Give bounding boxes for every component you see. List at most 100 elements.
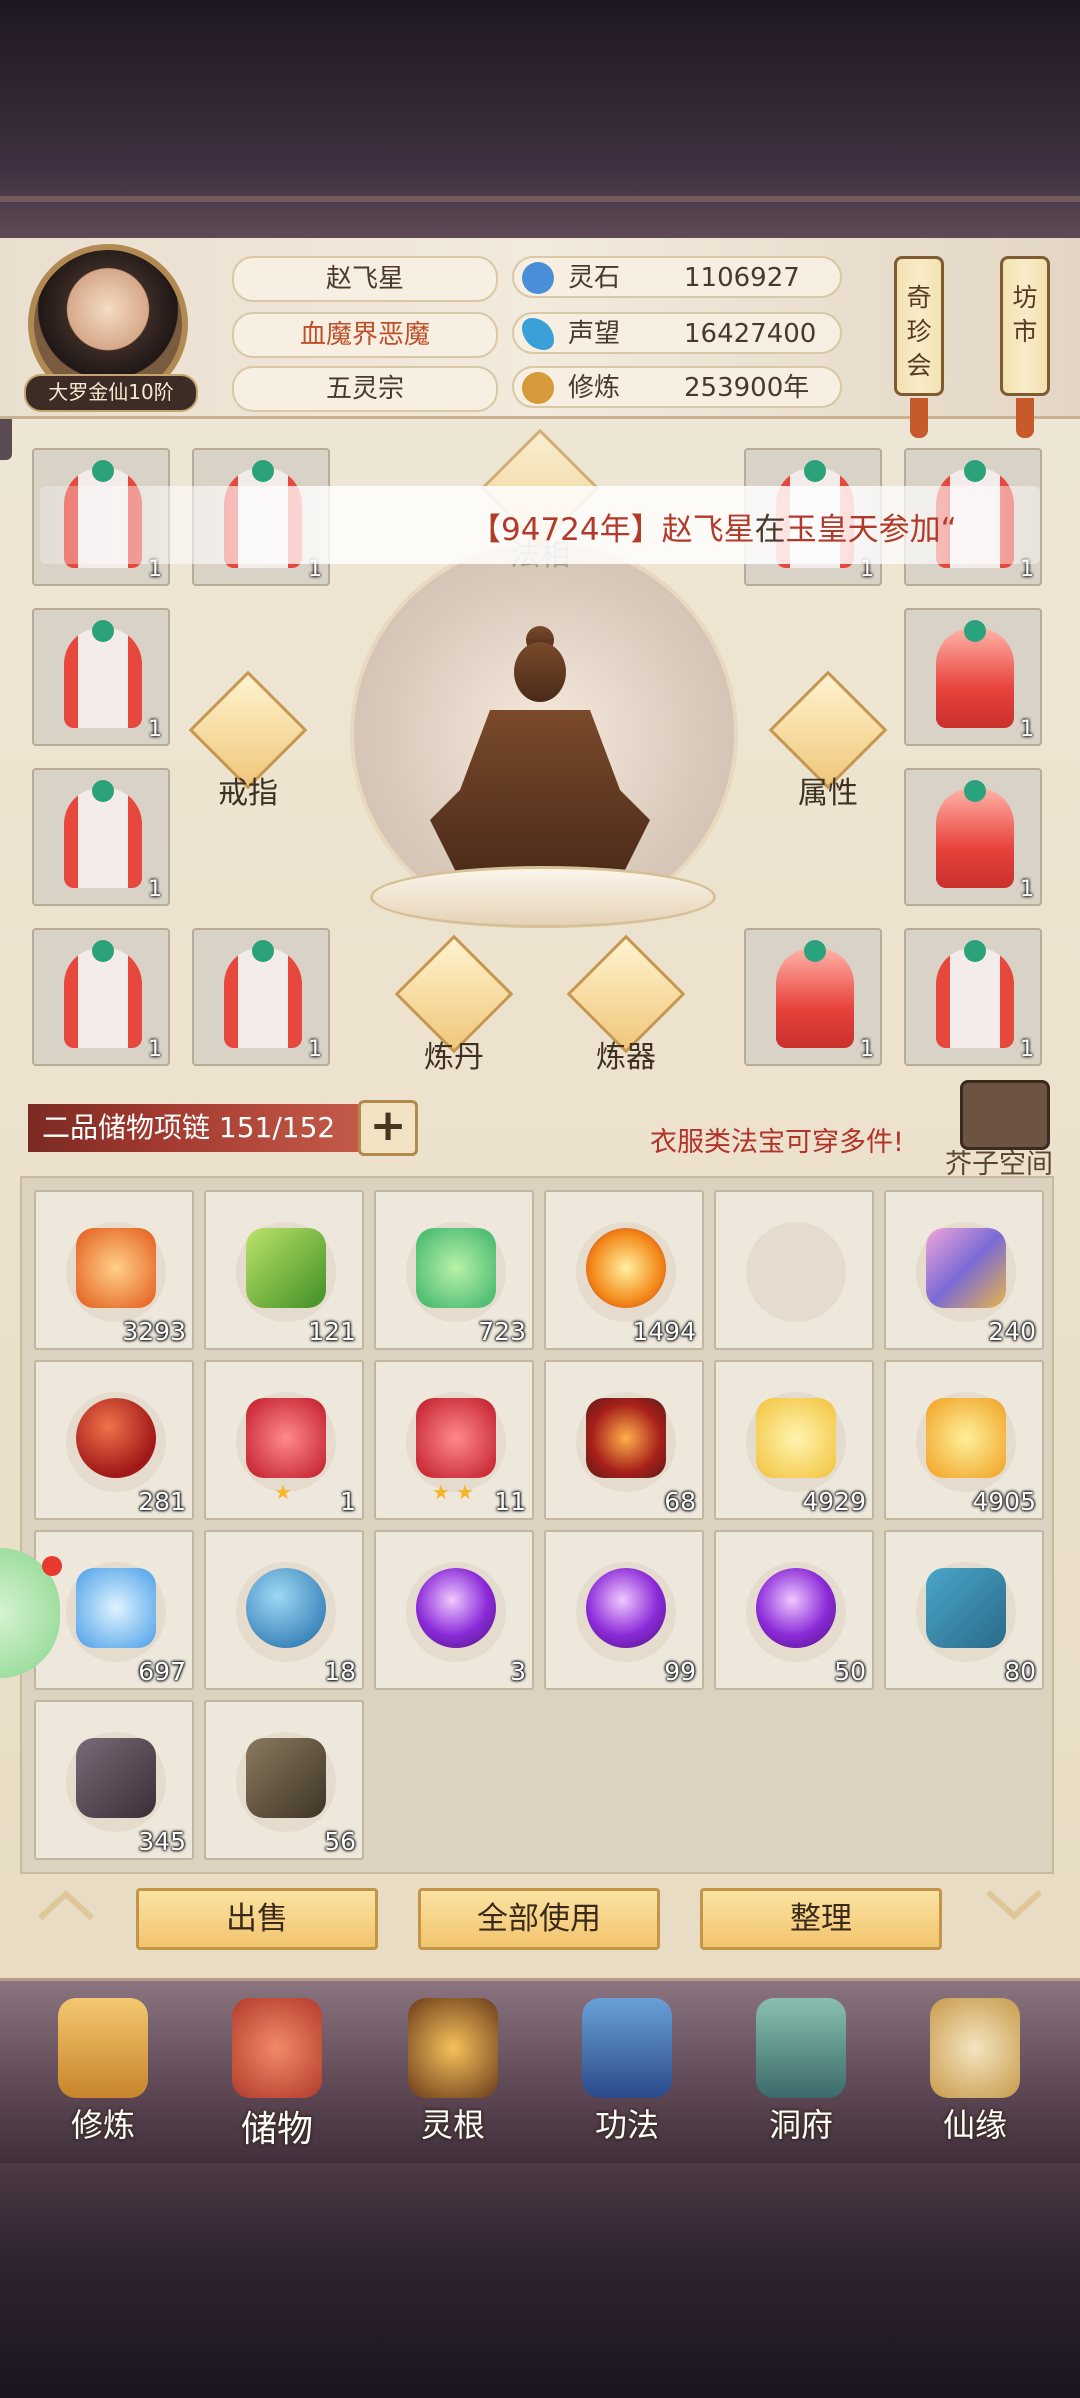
fireball-icon: [586, 1228, 666, 1308]
dark-ore-icon: [76, 1738, 156, 1818]
inventory-cell[interactable]: 240: [884, 1190, 1044, 1350]
stat-label: 修炼: [568, 373, 621, 403]
item-count: 99: [664, 1657, 696, 1686]
storage-bag-icon: [232, 1998, 322, 2098]
stat-reputation: 声望 16427400: [512, 312, 842, 354]
purple-orb-icon: [416, 1568, 496, 1648]
equip-slot[interactable]: 1: [904, 928, 1042, 1066]
item-count: 18: [324, 1657, 356, 1686]
alchemy-label[interactable]: 炼丹: [394, 1032, 514, 1076]
sell-button[interactable]: 出售: [136, 1888, 378, 1950]
cave-mansion-icon: [756, 1998, 846, 2098]
item-count: 1: [148, 717, 162, 742]
treasure-chest-icon[interactable]: [960, 1080, 1050, 1150]
attribute-label[interactable]: 属性: [768, 768, 888, 812]
jade-swirl-icon: [416, 1228, 496, 1308]
equip-slot[interactable]: 1: [904, 608, 1042, 746]
tassel-decoration: [1016, 398, 1034, 438]
inventory-cell[interactable]: 4905: [884, 1360, 1044, 1520]
stat-spirit-stone: 灵石 1106927: [512, 256, 842, 298]
stat-cultivation: 修炼 253900年: [512, 366, 842, 408]
water-spirit-icon: [76, 1568, 156, 1648]
purple-orb-icon: [586, 1568, 666, 1648]
nav-item-technique-book[interactable]: 功法: [552, 1990, 702, 2150]
market-button[interactable]: 坊市: [1000, 256, 1050, 396]
nav-item-immortal-fate[interactable]: 仙缘: [900, 1990, 1050, 2150]
chevron-down-icon[interactable]: [984, 1890, 1044, 1920]
inventory-cell[interactable]: 99: [544, 1530, 704, 1690]
meditation-icon: [522, 372, 554, 404]
equip-slot[interactable]: 1: [192, 928, 330, 1066]
fire-vortex-icon: [586, 1398, 666, 1478]
nav-label: 储物: [240, 2109, 313, 2150]
inventory-cell[interactable]: 121: [204, 1190, 364, 1350]
marquee-text: 【94724年】赵飞星在玉皇天参加“: [470, 504, 957, 549]
inventory-cell[interactable]: ★ 1: [204, 1360, 364, 1520]
meditating-figure-icon[interactable]: [420, 610, 660, 890]
nav-item-cultivate[interactable]: 修炼: [28, 1990, 178, 2150]
item-count: 11: [494, 1487, 526, 1516]
item-count: 697: [138, 1657, 186, 1686]
equip-slot[interactable]: 1: [32, 768, 170, 906]
inventory-cell[interactable]: 3: [374, 1530, 534, 1690]
item-count: 281: [138, 1487, 186, 1516]
inventory-cell[interactable]: 723: [374, 1190, 534, 1350]
nav-item-storage-bag[interactable]: 储物: [202, 1990, 352, 2150]
storage-container-label[interactable]: 二品储物项链 151/152: [28, 1104, 360, 1152]
item-count: 4905: [972, 1487, 1036, 1516]
marquee-part: 在: [754, 512, 786, 548]
spirit-root-icon: [408, 1998, 498, 2098]
inventory-cell[interactable]: 4929: [714, 1360, 874, 1520]
inventory-cell[interactable]: 3293: [34, 1190, 194, 1350]
player-sect[interactable]: 五灵宗: [232, 366, 498, 412]
equip-slot[interactable]: 1: [32, 928, 170, 1066]
inventory-cell[interactable]: ★ ★ 11: [374, 1360, 534, 1520]
use-all-button[interactable]: 全部使用: [418, 1888, 660, 1950]
nav-item-cave-mansion[interactable]: 洞府: [726, 1990, 876, 2150]
cultivate-icon: [58, 1998, 148, 2098]
golden-blaze-icon: [926, 1398, 1006, 1478]
star-icon: ★: [456, 1480, 474, 1504]
ring-label[interactable]: 戒指: [188, 768, 308, 812]
marquee-part: 玉皇天参加“: [785, 512, 957, 548]
inventory-cell[interactable]: 281: [34, 1360, 194, 1520]
inventory-cell[interactable]: 68: [544, 1360, 704, 1520]
item-count: 1: [1020, 717, 1034, 742]
announcement-marquee: 【94724年】赵飞星在玉皇天参加“: [40, 486, 1040, 564]
item-count: 3293: [122, 1317, 186, 1346]
item-count: 121: [308, 1317, 356, 1346]
stat-value: 16427400: [684, 319, 817, 349]
equip-slot[interactable]: 1: [744, 928, 882, 1066]
equip-slot[interactable]: 1: [904, 768, 1042, 906]
storage-hint: 衣服类法宝可穿多件!: [650, 1127, 904, 1158]
inventory-cell[interactable]: 345: [34, 1700, 194, 1860]
equip-slot[interactable]: 1: [32, 608, 170, 746]
forge-label[interactable]: 炼器: [566, 1032, 686, 1076]
inventory-cell[interactable]: 50: [714, 1530, 874, 1690]
item-count: 56: [324, 1827, 356, 1856]
player-name: 赵飞星: [232, 256, 498, 302]
player-title[interactable]: 血魔界恶魔: [232, 312, 498, 358]
stat-label: 声望: [568, 319, 621, 349]
inventory-cell[interactable]: 1494: [544, 1190, 704, 1350]
treasure-fair-button[interactable]: 奇珍会: [894, 256, 944, 396]
technique-book-icon: [582, 1998, 672, 2098]
inventory-cell[interactable]: 80: [884, 1530, 1044, 1690]
star-icon: ★: [274, 1480, 292, 1504]
item-count: 1: [1020, 877, 1034, 902]
inventory-cell[interactable]: 18: [204, 1530, 364, 1690]
inventory-cell[interactable]: 56: [204, 1700, 364, 1860]
nav-label: 功法: [594, 2106, 659, 2144]
item-count: 1: [148, 877, 162, 902]
item-count: 345: [138, 1827, 186, 1856]
organize-button[interactable]: 整理: [700, 1888, 942, 1950]
inventory-cell[interactable]: [714, 1190, 874, 1350]
nav-item-spirit-root[interactable]: 灵根: [378, 1990, 528, 2150]
fire-crystal-icon: [76, 1228, 156, 1308]
tassel-decoration: [910, 398, 928, 438]
star-icon: ★: [432, 1480, 450, 1504]
nav-label: 仙缘: [942, 2106, 1007, 2144]
expand-storage-button[interactable]: +: [358, 1100, 418, 1156]
nav-label: 洞府: [768, 2106, 833, 2144]
chevron-up-icon[interactable]: [36, 1890, 96, 1920]
